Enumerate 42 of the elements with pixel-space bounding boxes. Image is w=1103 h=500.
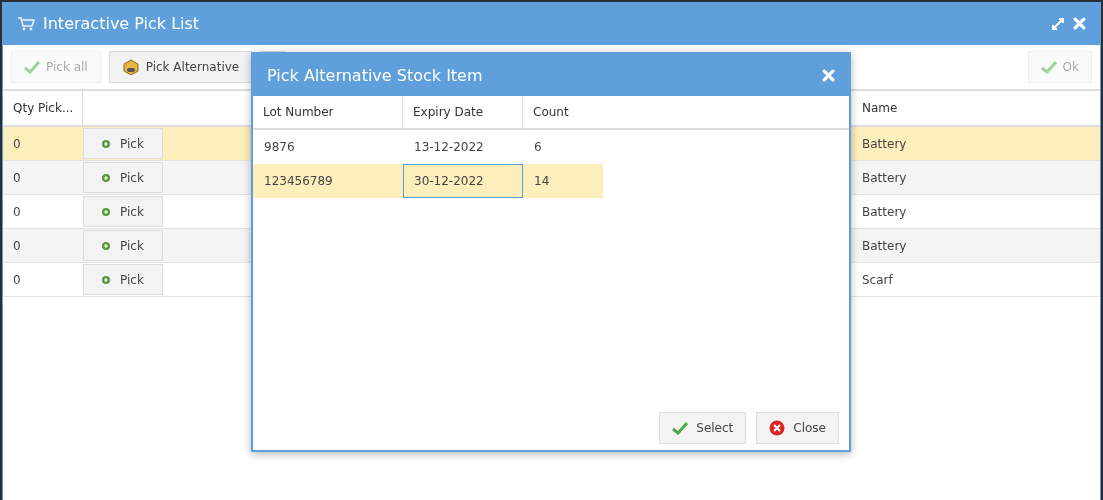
box-icon xyxy=(121,59,140,75)
check-icon xyxy=(672,421,689,435)
select-button[interactable]: Select xyxy=(659,412,747,444)
close-icon[interactable] xyxy=(822,68,835,82)
table-cell-text: 0 xyxy=(12,203,22,221)
plus-icon xyxy=(102,173,111,182)
table-cell[interactable]: 30-12-2022 xyxy=(403,164,523,198)
table-cell-text: 0 xyxy=(12,237,22,255)
column-header: Name xyxy=(861,100,899,117)
table-cell-text: 0 xyxy=(12,135,22,153)
pick-button[interactable]: Pick xyxy=(83,162,163,193)
column-header: Lot Number xyxy=(253,96,403,128)
plus-icon xyxy=(102,139,111,148)
table-cell-text: 0 xyxy=(12,271,22,289)
maximize-icon[interactable] xyxy=(1051,16,1065,31)
pick-button[interactable]: Pick xyxy=(83,264,163,295)
table-cell-text: Battery xyxy=(861,135,908,153)
check-icon xyxy=(1040,60,1057,74)
column-header: Qty Pick... xyxy=(3,91,83,125)
table-cell[interactable]: 14 xyxy=(523,164,603,198)
table-cell-text: Scarf xyxy=(861,271,894,289)
column-header: Count xyxy=(532,104,570,121)
cart-icon xyxy=(17,16,35,31)
table-cell[interactable]: 123456789 xyxy=(253,164,403,198)
close-icon xyxy=(769,420,786,436)
plus-icon xyxy=(102,241,111,250)
dialog-title: Pick Alternative Stock Item xyxy=(267,65,484,85)
close-button[interactable]: Close xyxy=(756,412,839,444)
check-icon xyxy=(24,60,40,74)
pick-button[interactable]: Pick xyxy=(83,128,163,159)
column-header: Expiry Date xyxy=(403,96,523,128)
close-icon[interactable] xyxy=(1073,17,1086,30)
pick-button[interactable]: Pick xyxy=(83,196,163,227)
plus-icon xyxy=(102,207,111,216)
pick-alternative-button[interactable]: Pick Alternative xyxy=(108,51,253,83)
plus-icon xyxy=(102,275,111,284)
table-cell-text: Battery xyxy=(861,169,908,187)
pick-button[interactable]: Pick xyxy=(83,230,163,261)
window-title: Interactive Pick List xyxy=(43,14,201,33)
table-cell-text: Battery xyxy=(861,237,908,255)
table-cell-text: Battery xyxy=(861,203,908,221)
table-cell-text: 0 xyxy=(12,169,22,187)
